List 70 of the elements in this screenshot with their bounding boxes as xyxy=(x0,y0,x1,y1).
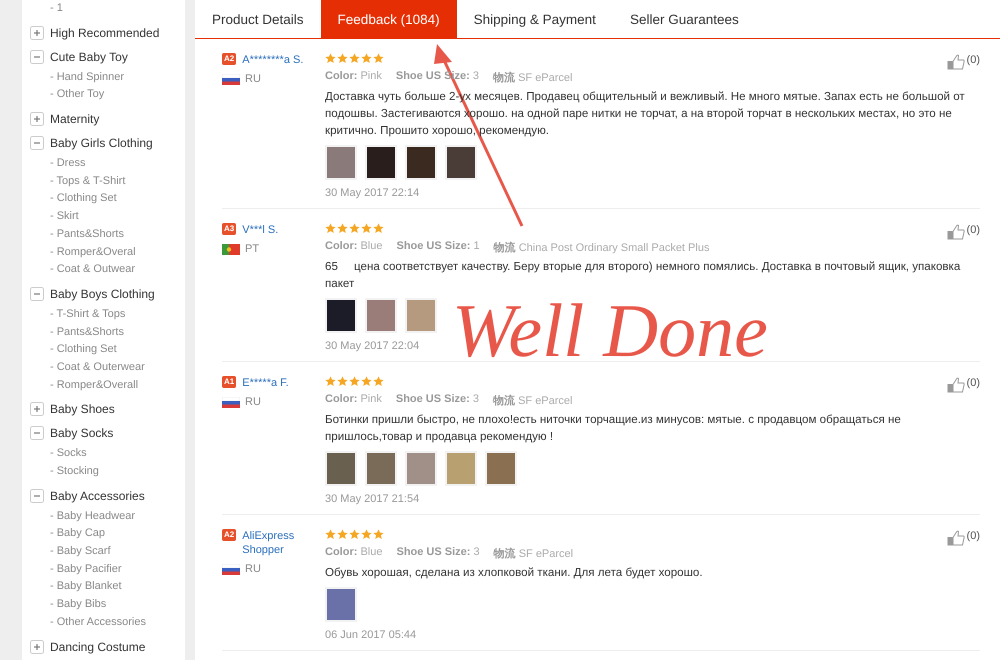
review-text: Ботинки пришли быстро, не плохо!есть ниточки торчащие.из минусов: мятые. с продавцом обращаться не пришлось,товар и продавца рекомендую ! xyxy=(325,412,902,445)
tab[interactable]: Seller Guarantees xyxy=(612,0,756,38)
category-link[interactable]: Baby Boys Clothing xyxy=(50,286,155,301)
order-attribute: Shoe US Size: 1 xyxy=(396,240,480,254)
category-link[interactable]: Maternity xyxy=(50,112,100,126)
subcategory-link[interactable]: - Baby Pacifier xyxy=(30,560,185,578)
order-attribute: Shoe US Size: 3 xyxy=(396,546,480,560)
category-link[interactable]: Baby Accessories xyxy=(50,488,145,503)
buyer-name: V***l S. xyxy=(242,223,278,237)
subcategory-link[interactable]: - Baby Blanket xyxy=(30,578,185,596)
subcategory-link[interactable]: - Romper&Overal xyxy=(30,244,185,262)
subcategory-link[interactable]: - Socks xyxy=(30,445,185,463)
level-badge: A2 xyxy=(222,53,236,65)
category-link[interactable]: Baby Girls Clothing xyxy=(50,136,153,150)
subcategory-link[interactable]: - Other Accessories xyxy=(30,614,185,632)
subcategory-link[interactable]: - Clothing Set xyxy=(30,341,185,359)
tab[interactable]: Feedback (1084) xyxy=(320,0,457,38)
order-attribute: Color: Pink xyxy=(325,393,382,407)
country-code: PT xyxy=(245,243,260,255)
subcategory-link[interactable]: - Baby Bibs xyxy=(30,596,185,614)
buyer-name: AliExpress Shopper xyxy=(242,529,296,557)
subcategory-link[interactable]: - Hand Spinner xyxy=(30,68,185,86)
subcategory-link[interactable]: - Skirt xyxy=(30,208,185,226)
order-attribute: 物流 SF eParcel xyxy=(493,70,572,85)
country-code: RU xyxy=(245,563,261,575)
subcategory-link[interactable]: - T-Shirt & Tops xyxy=(30,306,185,324)
level-badge: A1 xyxy=(222,376,236,388)
category-link[interactable]: Cute Baby Toy xyxy=(50,50,128,64)
subcategory-link[interactable]: - Baby Headwear xyxy=(30,508,185,526)
subcategory-link[interactable]: - Other Toy xyxy=(30,86,185,104)
review-date: 06 Jun 2017 05:44 xyxy=(325,629,418,641)
like-count: (0) xyxy=(966,377,980,389)
order-attribute: 物流 SF eParcel xyxy=(493,394,572,408)
subcategory-link[interactable]: - Baby Cap xyxy=(30,525,185,544)
category-link[interactable]: Baby Shoes xyxy=(50,402,115,416)
order-attribute: Color: Blue xyxy=(325,240,382,254)
like-count: (0) xyxy=(966,224,980,236)
subcategory-link[interactable]: - Clothing Set xyxy=(30,190,185,208)
subcategory-link[interactable]: - 1 xyxy=(30,0,185,18)
subcategory-link[interactable]: - Pants&Shorts xyxy=(30,226,185,244)
subcategory-link[interactable]: - Stocking xyxy=(30,463,185,481)
subcategory-link[interactable]: - Coat & Outwear xyxy=(30,261,185,279)
subcategory-link[interactable]: - Baby Scarf xyxy=(30,543,185,561)
buyer-name: E*****a F. xyxy=(242,376,289,390)
subcategory-link[interactable]: - Pants&Shorts xyxy=(30,324,185,342)
level-badge: A3 xyxy=(222,223,236,235)
category-link[interactable]: Baby Socks xyxy=(50,426,114,440)
level-badge: A2 xyxy=(222,529,236,541)
buyer-name: A********a S. xyxy=(242,53,304,67)
tab[interactable]: Shipping & Payment xyxy=(456,0,613,38)
category-link[interactable]: High Recommended xyxy=(50,26,160,40)
order-attribute: 物流 SF eParcel xyxy=(494,546,574,561)
country-code: RU xyxy=(245,396,261,408)
subcategory-link[interactable]: - Coat & Outerwear xyxy=(30,358,185,377)
country-code: RU xyxy=(245,73,261,85)
review-date: 30 May 2017 22:14 xyxy=(325,187,420,199)
subcategory-link[interactable]: - Romper&Overall xyxy=(30,376,185,394)
like-count: (0) xyxy=(966,530,980,542)
review-date: 30 May 2017 21:54 xyxy=(325,493,420,505)
subcategory-link[interactable]: - Dress xyxy=(30,155,185,173)
review-date: 30 May 2017 22:04 xyxy=(325,340,420,352)
order-attribute: Color: Blue xyxy=(325,546,382,560)
order-attribute: Color: Pink xyxy=(325,70,382,84)
like-count: (0) xyxy=(966,54,980,66)
subcategory-link[interactable]: - Tops & T-Shirt xyxy=(30,172,185,190)
review-text: Обувь хорошая, сделана из хлопковой ткани. Для лета будет хорошо. xyxy=(325,565,704,581)
category-link[interactable]: Dancing Costume xyxy=(50,640,146,654)
order-attribute: 物流 China Post Ordinary Small Packet Plus xyxy=(494,240,710,255)
tab[interactable]: Product Details xyxy=(195,0,321,38)
order-attribute: Shoe US Size: 3 xyxy=(396,393,480,407)
